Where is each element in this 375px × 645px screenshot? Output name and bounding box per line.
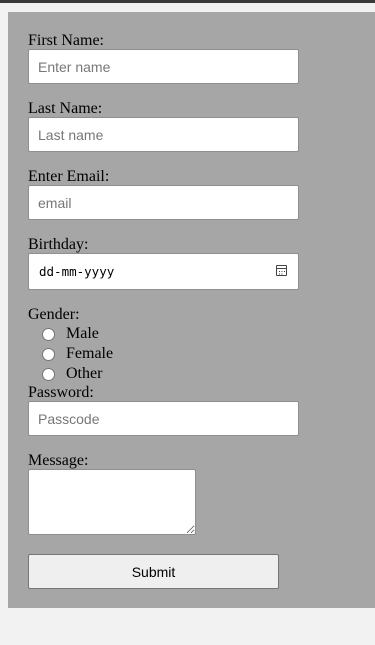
email-input[interactable]: [28, 185, 299, 220]
birthday-date-format: dd-mm-yyyy: [39, 264, 115, 279]
gender-label: Gender:: [28, 306, 80, 323]
gender-option-female[interactable]: Female: [42, 345, 113, 363]
password-input[interactable]: [28, 401, 299, 436]
top-bar: [0, 0, 375, 3]
calendar-icon[interactable]: [276, 265, 287, 276]
email-label: Enter Email:: [28, 168, 110, 185]
password-label: Password:: [28, 384, 94, 401]
radio-female-label: Female: [66, 345, 114, 362]
last-name-input[interactable]: [28, 117, 299, 152]
birthday-date-input[interactable]: dd-mm-yyyy: [28, 253, 299, 290]
radio-other[interactable]: [42, 367, 55, 381]
radio-male[interactable]: [42, 327, 55, 341]
submit-button[interactable]: Submit: [28, 554, 279, 589]
last-name-label: Last Name:: [28, 100, 103, 117]
message-textarea[interactable]: [28, 469, 196, 535]
first-name-input[interactable]: [28, 49, 299, 84]
radio-female[interactable]: [42, 347, 55, 361]
message-label: Message:: [28, 452, 89, 469]
gender-option-other[interactable]: Other: [42, 365, 102, 383]
birthday-label: Birthday:: [28, 236, 89, 253]
radio-other-label: Other: [66, 365, 103, 382]
gender-option-male[interactable]: Male: [42, 325, 99, 343]
radio-male-label: Male: [66, 325, 99, 342]
first-name-label: First Name:: [28, 32, 104, 49]
form-panel: First Name: Last Name: Enter Email: Birt…: [8, 12, 375, 608]
